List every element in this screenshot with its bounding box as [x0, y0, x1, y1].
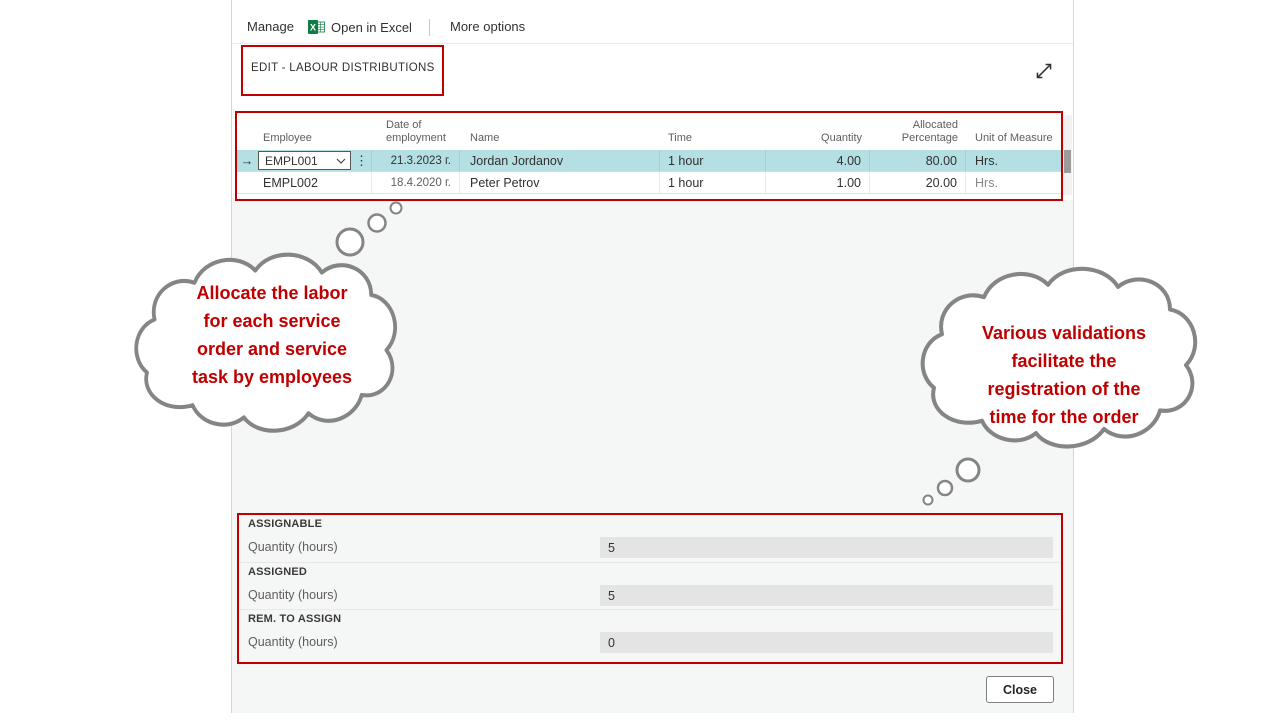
cell-name[interactable]: Jordan Jordanov	[460, 150, 660, 171]
cell-date-of-employment[interactable]: 18.4.2020 г.	[372, 172, 460, 193]
toolbar-divider	[429, 19, 430, 36]
close-button[interactable]: Close	[986, 676, 1054, 703]
column-header-employee[interactable]: Employee	[257, 113, 372, 150]
column-header-allocated-percentage[interactable]: Allocated Percentage	[870, 113, 966, 150]
field-label: Quantity (hours)	[248, 635, 338, 649]
table-header-row: Employee Date of employment Name Time Qu…	[237, 113, 1062, 150]
group-heading: REM. TO ASSIGN	[248, 613, 342, 625]
column-header-quantity[interactable]: Quantity	[766, 113, 870, 150]
manage-button[interactable]: Manage	[247, 19, 294, 34]
employee-combobox[interactable]: EMPL001	[258, 151, 351, 170]
group-separator	[239, 562, 1061, 563]
cell-time[interactable]: 1 hour	[660, 150, 766, 171]
column-header-date-of-employment[interactable]: Date of employment	[372, 113, 460, 150]
field-value-quantity-assignable: 5	[600, 537, 1053, 558]
row-selector-cell	[237, 172, 257, 193]
vertical-scrollbar[interactable]	[1063, 115, 1072, 195]
toolbar-separator-line	[232, 43, 1073, 44]
column-header-marker	[237, 113, 257, 150]
open-in-excel-label: Open in Excel	[331, 19, 412, 35]
table-row-selected[interactable]: → EMPL001 ⋮ 21.3.2023 г. Jordan Jordanov…	[237, 150, 1062, 172]
cell-quantity[interactable]: 1.00	[766, 172, 870, 193]
column-header-time[interactable]: Time	[660, 113, 766, 150]
cell-unit-of-measure[interactable]: Hrs.	[966, 150, 1062, 171]
group-separator	[239, 609, 1061, 610]
table-row[interactable]: EMPL002 18.4.2020 г. Peter Petrov 1 hour…	[237, 172, 1062, 194]
row-selector-cell[interactable]: →	[237, 150, 257, 171]
totals-group-assigned: ASSIGNED Quantity (hours) 5	[248, 566, 1053, 606]
column-header-unit-of-measure[interactable]: Unit of Measure	[966, 113, 1062, 150]
employee-combobox-value: EMPL001	[265, 153, 318, 168]
column-header-name[interactable]: Name	[460, 113, 660, 150]
chevron-down-icon	[336, 158, 346, 164]
cell-employee[interactable]: EMPL002	[257, 172, 372, 193]
cell-quantity[interactable]: 4.00	[766, 150, 870, 171]
cell-date-of-employment[interactable]: 21.3.2023 г.	[372, 150, 460, 171]
more-options-button[interactable]: More options	[450, 19, 525, 34]
totals-group-rem-to-assign: REM. TO ASSIGN Quantity (hours) 0	[248, 613, 1053, 653]
selected-row-arrow-icon: →	[240, 153, 254, 168]
cell-allocated-percentage[interactable]: 20.00	[870, 172, 966, 193]
group-heading: ASSIGNED	[248, 566, 308, 578]
field-label: Quantity (hours)	[248, 540, 338, 554]
open-in-excel-button[interactable]: X Open in Excel	[308, 19, 412, 35]
svg-text:X: X	[310, 23, 316, 33]
group-heading: ASSIGNABLE	[248, 518, 323, 530]
thought-bubble-right	[920, 266, 1198, 506]
cell-name[interactable]: Peter Petrov	[460, 172, 660, 193]
page-title: EDIT - LABOUR DISTRIBUTIONS	[251, 62, 435, 74]
cell-time[interactable]: 1 hour	[660, 172, 766, 193]
row-menu-icon[interactable]: ⋮	[355, 151, 368, 170]
totals-group-assignable: ASSIGNABLE Quantity (hours) 5	[248, 518, 1053, 558]
cell-allocated-percentage[interactable]: 80.00	[870, 150, 966, 171]
scrollbar-thumb[interactable]	[1064, 150, 1071, 173]
cell-unit-of-measure[interactable]: Hrs.	[966, 172, 1062, 193]
excel-icon: X	[308, 19, 325, 35]
expand-icon[interactable]	[1032, 59, 1056, 83]
field-label: Quantity (hours)	[248, 588, 338, 602]
screenshot-stage: Manage X Open in Excel More options EDIT…	[0, 0, 1280, 720]
cell-employee[interactable]: EMPL001 ⋮	[257, 150, 372, 171]
thought-bubble-left	[134, 201, 403, 433]
field-value-quantity-assigned: 5	[600, 585, 1053, 606]
field-value-quantity-rem-to-assign: 0	[600, 632, 1053, 653]
